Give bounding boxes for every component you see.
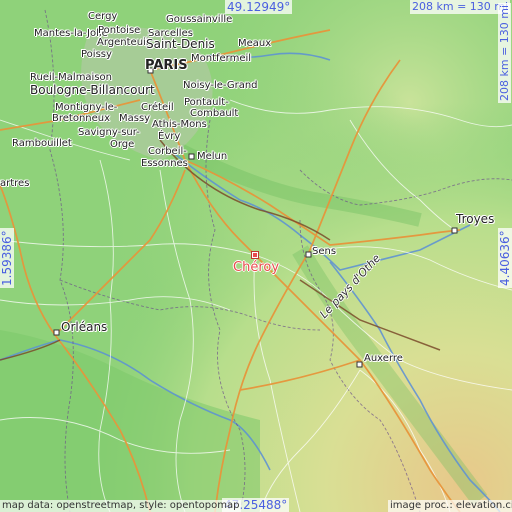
city-label-melun: Melun [197,151,228,162]
attribution-image-proc: image proc.: elevation.city [388,500,512,512]
city-label-poissy: Poissy [81,49,112,60]
west-longitude-label: 1.59386° [0,228,14,288]
city-label-montfermeil: Montfermeil [191,53,252,64]
city-label-savigny: Savigny-sur- [78,127,140,138]
east-longitude-label: 4.40636° [498,228,512,288]
city-label-saint-denis: Saint-Denis [146,37,215,51]
scale-bar-vertical: 208 km = 130 mi [498,2,511,103]
city-label-massy: Massy [119,113,151,124]
city-label-troyes: Troyes [456,212,495,226]
city-label-goussainville: Goussainville [166,14,233,25]
north-latitude-label: 49.12949° [225,0,293,14]
city-label-creteil: Créteil [141,102,174,113]
city-label-orge: Orge [110,139,135,150]
city-label-orleans: Orléans [61,320,108,334]
city-label-boulogne: Boulogne-Billancourt [30,83,155,97]
city-label-rambouillet: Rambouillet [12,138,72,149]
city-label-sens: Sens [312,246,337,257]
city-label-chartres: artres [0,178,30,189]
city-label-bretonneux: Bretonneux [52,113,111,124]
city-label-meaux: Meaux [238,38,272,49]
attribution-map-data: map data: openstreetmap, style: opentopo… [0,500,242,512]
target-location-marker[interactable] [251,251,259,259]
target-location-label: Chéroy [233,260,280,275]
city-label-noisy: Noisy-le-Grand [183,80,258,91]
map-view[interactable]: Cergy Goussainville Mantes-la-Jolie Pont… [0,0,512,512]
city-label-paris: PARIS [145,58,188,73]
city-label-combault: Combault [190,108,239,119]
city-label-auxerre: Auxerre [364,353,403,364]
city-label-argenteuil: Argenteuil [97,37,149,48]
scale-bar-horizontal: 208 km = 130 mi [410,0,511,14]
city-label-pontault: Pontault- [184,97,229,108]
city-label-montigny: Montigny-le- [55,102,118,113]
city-label-pontoise: Pontoise [98,25,141,36]
city-label-essonnes: Essonnes [141,158,188,169]
city-label-athis: Athis-Mons [152,119,207,130]
city-label-evry: Évry [158,131,181,142]
city-label-cergy: Cergy [88,11,118,22]
city-label-rueil: Rueil-Malmaison [30,72,113,83]
city-label-corbeil: Corbeil- [148,146,187,157]
